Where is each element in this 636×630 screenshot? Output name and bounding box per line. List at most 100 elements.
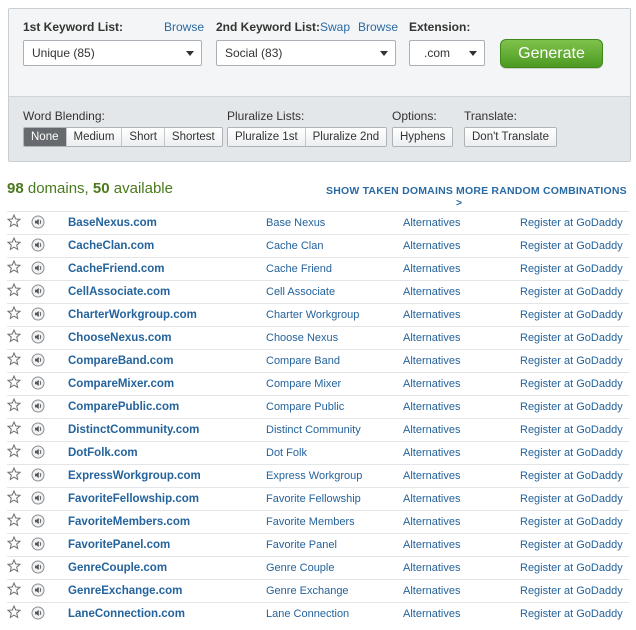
alternatives-link[interactable]: Alternatives [403, 240, 460, 252]
speaker-icon[interactable] [31, 376, 45, 390]
domain-link[interactable]: ChooseNexus.com [68, 332, 172, 344]
alternatives-link[interactable]: Alternatives [403, 447, 460, 459]
speaker-icon[interactable] [31, 238, 45, 252]
register-link[interactable]: Register at GoDaddy [520, 263, 623, 275]
split-words-link[interactable]: Base Nexus [266, 217, 325, 229]
register-link[interactable]: Register at GoDaddy [520, 539, 623, 551]
speaker-icon[interactable] [31, 491, 45, 505]
split-words-link[interactable]: Compare Band [266, 355, 340, 367]
domain-link[interactable]: BaseNexus.com [68, 217, 157, 229]
speaker-icon[interactable] [31, 583, 45, 597]
alternatives-link[interactable]: Alternatives [403, 332, 460, 344]
domain-link[interactable]: CharterWorkgroup.com [68, 309, 197, 321]
show-taken-domains-link[interactable]: SHOW TAKEN DOMAINS [326, 185, 453, 197]
split-words-link[interactable]: Genre Couple [266, 562, 335, 574]
star-outline-icon[interactable] [6, 305, 22, 320]
register-link[interactable]: Register at GoDaddy [520, 424, 623, 436]
speaker-icon[interactable] [31, 560, 45, 574]
star-outline-icon[interactable] [6, 466, 22, 481]
register-link[interactable]: Register at GoDaddy [520, 378, 623, 390]
alternatives-link[interactable]: Alternatives [403, 401, 460, 413]
star-outline-icon[interactable] [6, 420, 22, 435]
split-words-link[interactable]: Dot Folk [266, 447, 307, 459]
speaker-icon[interactable] [31, 514, 45, 528]
star-outline-icon[interactable] [6, 282, 22, 297]
split-words-link[interactable]: Compare Mixer [266, 378, 341, 390]
list2-swap-link[interactable]: Swap [320, 20, 350, 34]
register-link[interactable]: Register at GoDaddy [520, 608, 623, 620]
register-link[interactable]: Register at GoDaddy [520, 355, 623, 367]
split-words-link[interactable]: Cell Associate [266, 286, 335, 298]
alternatives-link[interactable]: Alternatives [403, 263, 460, 275]
domain-link[interactable]: LaneConnection.com [68, 608, 185, 620]
split-words-link[interactable]: Cache Clan [266, 240, 323, 252]
speaker-icon[interactable] [31, 353, 45, 367]
domain-link[interactable]: FavoriteMembers.com [68, 516, 190, 528]
alternatives-link[interactable]: Alternatives [403, 516, 460, 528]
domain-link[interactable]: GenreExchange.com [68, 585, 182, 597]
alternatives-link[interactable]: Alternatives [403, 539, 460, 551]
speaker-icon[interactable] [31, 284, 45, 298]
domain-link[interactable]: CacheClan.com [68, 240, 154, 252]
split-words-link[interactable]: Express Workgroup [266, 470, 362, 482]
speaker-icon[interactable] [31, 422, 45, 436]
register-link[interactable]: Register at GoDaddy [520, 309, 623, 321]
pluralize-2nd-button[interactable]: Pluralize 2nd [305, 128, 387, 146]
split-words-link[interactable]: Favorite Fellowship [266, 493, 361, 505]
speaker-icon[interactable] [31, 445, 45, 459]
split-words-link[interactable]: Choose Nexus [266, 332, 338, 344]
list1-browse-link[interactable]: Browse [164, 20, 204, 34]
domain-link[interactable]: FavoritePanel.com [68, 539, 170, 551]
split-words-link[interactable]: Charter Workgroup [266, 309, 359, 321]
blending-option-medium[interactable]: Medium [66, 128, 123, 146]
domain-link[interactable]: CompareBand.com [68, 355, 173, 367]
register-link[interactable]: Register at GoDaddy [520, 516, 623, 528]
alternatives-link[interactable]: Alternatives [403, 424, 460, 436]
alternatives-link[interactable]: Alternatives [403, 562, 460, 574]
more-random-combinations-link[interactable]: MORE RANDOM COMBINATIONS > [456, 185, 636, 209]
star-outline-icon[interactable] [6, 489, 22, 504]
star-outline-icon[interactable] [6, 328, 22, 343]
register-link[interactable]: Register at GoDaddy [520, 470, 623, 482]
split-words-link[interactable]: Distinct Community [266, 424, 361, 436]
split-words-link[interactable]: Lane Connection [266, 608, 349, 620]
split-words-link[interactable]: Favorite Members [266, 516, 355, 528]
register-link[interactable]: Register at GoDaddy [520, 447, 623, 459]
register-link[interactable]: Register at GoDaddy [520, 217, 623, 229]
generate-button[interactable]: Generate [500, 39, 603, 68]
star-outline-icon[interactable] [6, 512, 22, 527]
register-link[interactable]: Register at GoDaddy [520, 585, 623, 597]
star-outline-icon[interactable] [6, 558, 22, 573]
extension-select[interactable]: .com [409, 40, 485, 66]
speaker-icon[interactable] [31, 537, 45, 551]
star-outline-icon[interactable] [6, 443, 22, 458]
register-link[interactable]: Register at GoDaddy [520, 401, 623, 413]
register-link[interactable]: Register at GoDaddy [520, 240, 623, 252]
star-outline-icon[interactable] [6, 604, 22, 619]
list2-select[interactable]: Social (83) [216, 40, 396, 66]
star-outline-icon[interactable] [6, 259, 22, 274]
register-link[interactable]: Register at GoDaddy [520, 562, 623, 574]
alternatives-link[interactable]: Alternatives [403, 493, 460, 505]
domain-link[interactable]: CacheFriend.com [68, 263, 165, 275]
register-link[interactable]: Register at GoDaddy [520, 286, 623, 298]
speaker-icon[interactable] [31, 606, 45, 620]
speaker-icon[interactable] [31, 399, 45, 413]
domain-link[interactable]: DotFolk.com [68, 447, 138, 459]
blending-option-short[interactable]: Short [122, 128, 165, 146]
alternatives-link[interactable]: Alternatives [403, 585, 460, 597]
alternatives-link[interactable]: Alternatives [403, 608, 460, 620]
speaker-icon[interactable] [31, 261, 45, 275]
pluralize-1st-button[interactable]: Pluralize 1st [228, 128, 306, 146]
alternatives-link[interactable]: Alternatives [403, 286, 460, 298]
register-link[interactable]: Register at GoDaddy [520, 332, 623, 344]
alternatives-link[interactable]: Alternatives [403, 217, 460, 229]
star-outline-icon[interactable] [6, 236, 22, 251]
alternatives-link[interactable]: Alternatives [403, 470, 460, 482]
blending-option-shortest[interactable]: Shortest [164, 128, 222, 146]
split-words-link[interactable]: Cache Friend [266, 263, 332, 275]
alternatives-link[interactable]: Alternatives [403, 309, 460, 321]
alternatives-link[interactable]: Alternatives [403, 378, 460, 390]
domain-link[interactable]: ComparePublic.com [68, 401, 179, 413]
speaker-icon[interactable] [31, 215, 45, 229]
